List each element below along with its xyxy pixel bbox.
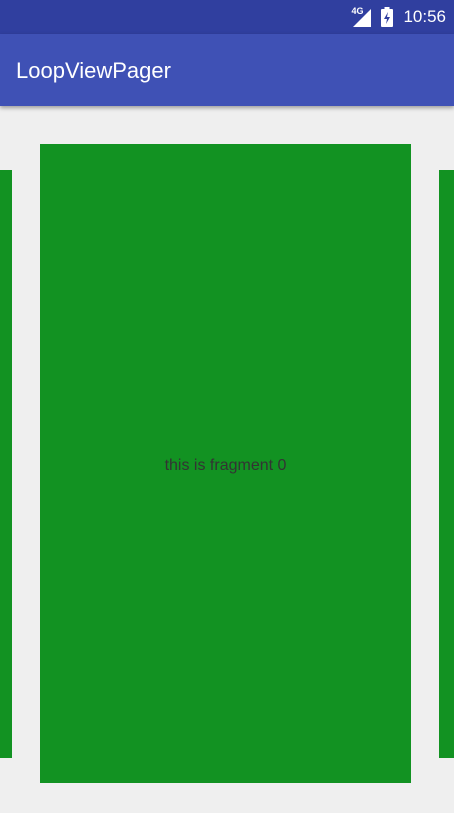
- signal-icon: 4G: [351, 6, 373, 28]
- network-type-label: 4G: [351, 6, 364, 16]
- status-bar: 4G 10:56: [0, 0, 454, 34]
- previous-page-card[interactable]: [0, 170, 12, 758]
- status-time: 10:56: [403, 7, 446, 26]
- app-bar: LoopViewPager: [0, 34, 454, 106]
- next-page-card[interactable]: [439, 170, 454, 758]
- status-icons: 4G 10:56: [351, 0, 446, 34]
- fragment-text: this is fragment 0: [164, 457, 287, 474]
- view-pager[interactable]: this is fragment 0: [0, 106, 454, 813]
- battery-charging-icon: [381, 7, 394, 27]
- app-title: LoopViewPager: [16, 58, 171, 83]
- current-page-card[interactable]: this is fragment 0: [40, 144, 411, 783]
